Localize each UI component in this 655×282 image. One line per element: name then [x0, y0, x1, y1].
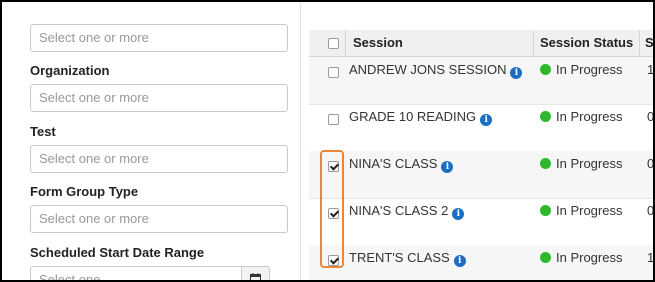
row-checkbox[interactable]: [328, 161, 339, 172]
session-name-cell: TRENT'S CLASS i: [349, 245, 466, 271]
start-date-input[interactable]: Select one: [30, 266, 270, 280]
session-status-cell: In Progress: [540, 104, 622, 130]
next-column-cell: 0: [647, 198, 653, 224]
select-all-checkbox[interactable]: [328, 38, 339, 49]
calendar-icon: [250, 273, 261, 280]
test-input[interactable]: Select one or more: [30, 145, 288, 173]
session-status: In Progress: [556, 250, 623, 265]
row-checkbox[interactable]: [328, 114, 339, 125]
next-column-header[interactable]: S: [645, 30, 653, 56]
session-filter-input[interactable]: Select one or more: [30, 24, 288, 52]
session-table: Session Session Status S ANDREW JONS SES…: [309, 2, 653, 280]
organization-label: Organization: [30, 63, 110, 78]
organization-input[interactable]: Select one or more: [30, 84, 288, 112]
panel-divider: [300, 2, 301, 280]
status-dot-icon: [540, 252, 551, 263]
table-header: Session Session Status S: [309, 30, 653, 57]
status-dot-icon: [540, 158, 551, 169]
status-dot-icon: [540, 64, 551, 75]
form-group-type-input[interactable]: Select one or more: [30, 205, 288, 233]
calendar-button[interactable]: [241, 266, 270, 280]
date-range-label: Scheduled Start Date Range: [30, 245, 205, 260]
table-row[interactable]: ANDREW JONS SESSIONi In Progress 1: [309, 57, 653, 105]
session-status-column-header[interactable]: Session Status: [540, 30, 633, 56]
column-separator: [533, 30, 534, 56]
filter-panel: Select one or more Organization Select o…: [2, 2, 300, 280]
test-label: Test: [30, 124, 56, 139]
session-name-cell: GRADE 10 READING i: [349, 104, 493, 130]
form-group-type-label: Form Group Type: [30, 184, 139, 199]
session-name: NINA'S CLASS 2: [349, 203, 449, 218]
info-icon[interactable]: i: [441, 161, 454, 173]
session-status: In Progress: [556, 203, 623, 218]
next-column-cell: 1: [647, 57, 653, 83]
session-name: NINA'S CLASS: [349, 156, 438, 171]
status-dot-icon: [540, 205, 551, 216]
session-name-cell: ANDREW JONS SESSION i: [349, 57, 523, 83]
row-checkbox[interactable]: [328, 255, 339, 266]
info-icon[interactable]: i: [453, 255, 466, 267]
info-icon[interactable]: i: [480, 114, 493, 126]
row-checkbox[interactable]: [328, 208, 339, 219]
table-row[interactable]: GRADE 10 READINGi In Progress 0: [309, 104, 653, 152]
screenshot-frame: Select one or more Organization Select o…: [0, 0, 655, 282]
session-name: ANDREW JONS SESSION: [349, 62, 507, 77]
info-icon[interactable]: i: [452, 208, 465, 220]
column-separator: [345, 30, 346, 56]
next-column-cell: 0: [647, 151, 653, 177]
next-column-cell: 1: [647, 245, 653, 271]
session-name: TRENT'S CLASS: [349, 250, 450, 265]
session-status-cell: In Progress: [540, 198, 622, 224]
session-status: In Progress: [556, 109, 623, 124]
session-status: In Progress: [556, 156, 623, 171]
session-status: In Progress: [556, 62, 623, 77]
table-row[interactable]: TRENT'S CLASSi In Progress 1: [309, 245, 653, 280]
info-icon[interactable]: i: [510, 67, 523, 79]
row-checkbox[interactable]: [328, 67, 339, 78]
session-name-cell: NINA'S CLASS 2i: [349, 198, 465, 224]
session-status-cell: In Progress: [540, 151, 622, 177]
session-name-cell: NINA'S CLASS i: [349, 151, 454, 177]
table-row[interactable]: NINA'S CLASS 2i In Progress 0: [309, 198, 653, 246]
status-dot-icon: [540, 111, 551, 122]
session-column-header[interactable]: Session: [353, 30, 403, 56]
column-separator: [639, 30, 640, 56]
table-row[interactable]: NINA'S CLASSi In Progress 0: [309, 151, 653, 199]
session-name: GRADE 10 READING: [349, 109, 477, 124]
session-status-cell: In Progress: [540, 245, 622, 271]
next-column-cell: 0: [647, 104, 653, 130]
session-status-cell: In Progress: [540, 57, 622, 83]
